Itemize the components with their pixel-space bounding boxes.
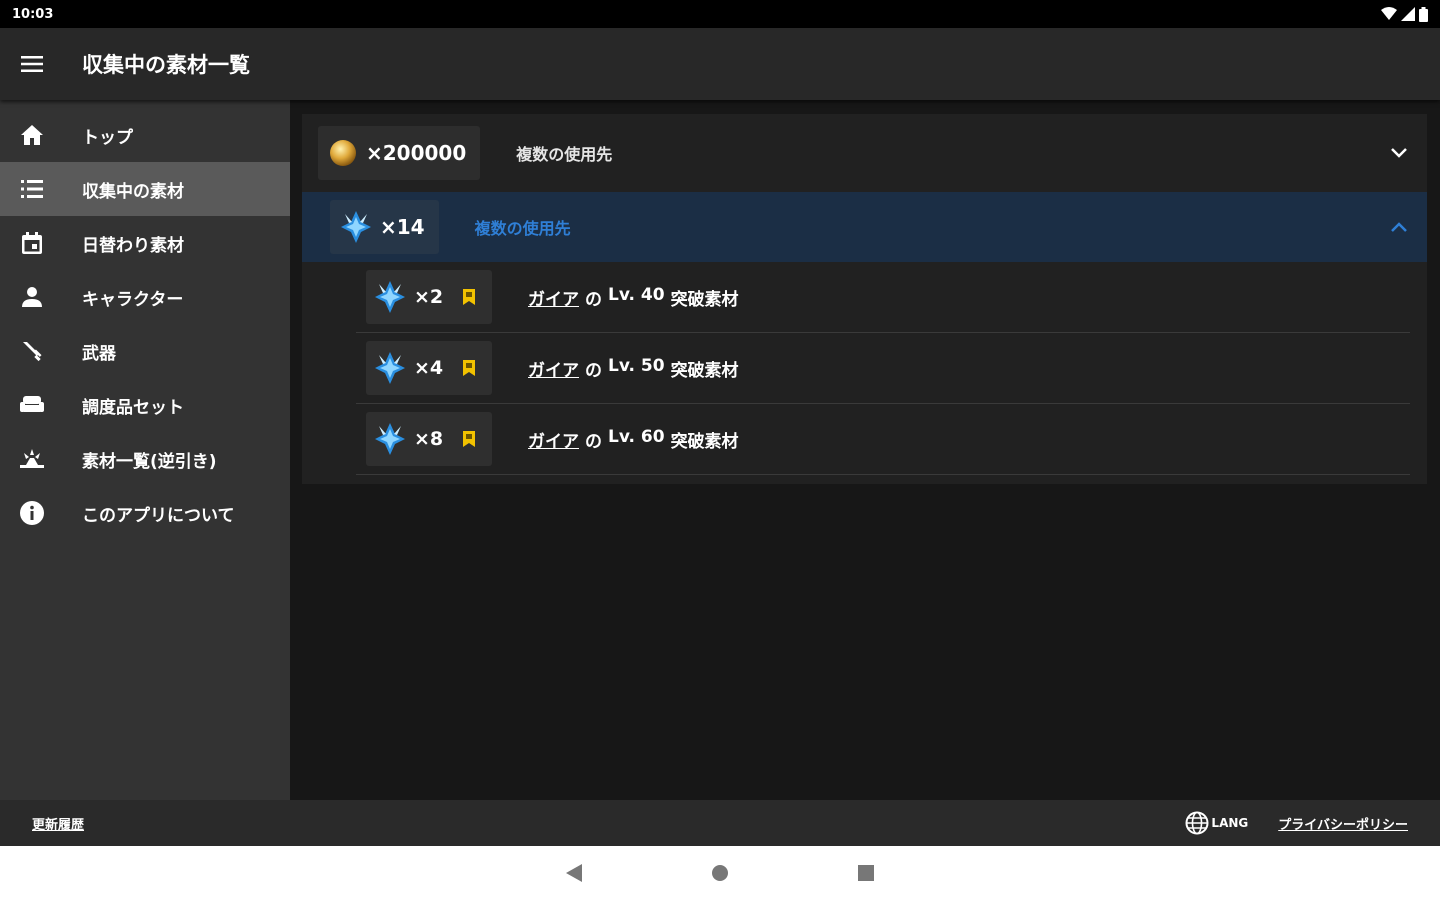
recents-button[interactable] (848, 855, 884, 891)
sidebar-item-top[interactable]: トップ (0, 108, 290, 162)
sidebar-item-about[interactable]: このアプリについて (0, 486, 290, 540)
material-chip: ×14 (330, 200, 439, 254)
sidebar-item-label: このアプリについて (82, 505, 235, 526)
material-count: ×14 (380, 215, 425, 239)
sidebar-item-label: トップ (82, 127, 133, 148)
globe-icon (1185, 811, 1209, 835)
usage-level: Lv. 40 (608, 284, 665, 305)
usage-level: Lv. 50 (608, 355, 665, 376)
signal-icon (1401, 7, 1415, 21)
usage-chip: ×2 (366, 270, 492, 324)
usage-text: ガイア の Lv. 40 突破素材 (528, 285, 739, 310)
sword-icon (23, 342, 42, 362)
crystal-icon (375, 352, 405, 384)
home-icon (21, 125, 43, 145)
back-button[interactable] (556, 855, 592, 891)
usage-count: ×2 (414, 286, 444, 308)
lang-button[interactable]: LANG (1185, 811, 1248, 835)
material-row-mora[interactable]: ×200000 複数の使用先 (302, 114, 1427, 192)
sidebar-item-label: 収集中の素材 (82, 181, 184, 202)
chevron-down-icon[interactable] (1391, 148, 1407, 158)
material-icon (20, 449, 44, 468)
crystal-icon (341, 211, 371, 243)
mora-coin-icon (330, 140, 356, 166)
home-button[interactable] (702, 855, 738, 891)
sidebar-item-daily[interactable]: 日替わり素材 (0, 216, 290, 270)
crystal-icon (375, 423, 405, 455)
footer: 更新履歴 LANG プライバシーポリシー (0, 800, 1440, 846)
usage-count: ×8 (414, 428, 444, 450)
usage-text: ガイア の Lv. 60 突破素材 (528, 427, 739, 452)
usage-of: の (585, 289, 602, 310)
usage-label: 複数の使用先 (474, 219, 571, 238)
system-nav-bar (0, 846, 1440, 900)
battery-icon (1419, 6, 1428, 22)
lang-label: LANG (1211, 816, 1249, 830)
sidebar-item-label: キャラクター (82, 289, 184, 310)
home-circle-icon (712, 865, 728, 881)
chevron-up-icon[interactable] (1391, 222, 1407, 232)
sidebar-item-furnishing[interactable]: 調度品セット (0, 378, 290, 432)
material-card: ×200000 複数の使用先 ×14 複数の使用先 ×2 ガイア の Lv. 4… (302, 114, 1427, 484)
material-chip: ×200000 (318, 126, 481, 180)
app-bar: 収集中の素材一覧 (0, 28, 1440, 100)
usage-text: ガイア の Lv. 50 突破素材 (528, 356, 739, 381)
character-link[interactable]: ガイア (528, 427, 579, 452)
usage-chip: ×8 (366, 412, 492, 466)
sidebar-item-material-reverse[interactable]: 素材一覧(逆引き) (0, 432, 290, 486)
usage-suffix: 突破素材 (670, 289, 739, 310)
bookmark-icon[interactable] (462, 289, 476, 305)
bookmark-icon[interactable] (462, 360, 476, 376)
usage-level: Lv. 60 (608, 426, 665, 447)
usage-row: ×2 ガイア の Lv. 40 突破素材 (356, 262, 1410, 333)
list-icon (21, 180, 43, 198)
main-content: ×200000 複数の使用先 ×14 複数の使用先 ×2 ガイア の Lv. 4… (290, 100, 1440, 800)
usage-chip: ×4 (366, 341, 492, 395)
person-icon (22, 287, 42, 307)
page-title: 収集中の素材一覧 (82, 53, 250, 77)
hamburger-icon (21, 56, 43, 72)
sidebar-item-label: 素材一覧(逆引き) (82, 451, 217, 472)
material-row-crystal[interactable]: ×14 複数の使用先 (302, 192, 1427, 262)
sidebar-item-character[interactable]: キャラクター (0, 270, 290, 324)
back-icon (566, 864, 582, 882)
privacy-policy-link[interactable]: プライバシーポリシー (1278, 814, 1408, 833)
character-link[interactable]: ガイア (528, 285, 579, 310)
usage-suffix: 突破素材 (670, 431, 739, 452)
usage-of: の (585, 360, 602, 381)
sidebar-item-label: 日替わり素材 (82, 235, 184, 256)
menu-button[interactable] (0, 28, 64, 100)
recents-icon (858, 865, 874, 881)
usage-row: ×4 ガイア の Lv. 50 突破素材 (356, 333, 1410, 404)
info-icon (20, 501, 44, 525)
status-icons (1381, 6, 1428, 22)
sidebar-item-weapon[interactable]: 武器 (0, 324, 290, 378)
usage-count: ×4 (414, 357, 444, 379)
sofa-icon (20, 396, 44, 412)
update-history-link[interactable]: 更新履歴 (32, 814, 84, 833)
crystal-icon (375, 281, 405, 313)
material-count: ×200000 (366, 141, 467, 165)
usage-suffix: 突破素材 (670, 360, 739, 381)
usage-label: 複数の使用先 (516, 145, 613, 164)
status-bar: 10:03 (0, 0, 1440, 28)
sidebar-item-collecting[interactable]: 収集中の素材 (0, 162, 290, 216)
sidebar: トップ 収集中の素材 日替わり素材 キャラクター 武器 調度品セット 素材一覧(… (0, 100, 290, 800)
usage-row: ×8 ガイア の Lv. 60 突破素材 (356, 404, 1410, 475)
sidebar-item-label: 武器 (82, 343, 116, 364)
wifi-icon (1381, 7, 1397, 20)
character-link[interactable]: ガイア (528, 356, 579, 381)
calendar-icon (22, 232, 42, 254)
sidebar-item-label: 調度品セット (82, 397, 184, 418)
usage-of: の (585, 431, 602, 452)
status-time: 10:03 (12, 6, 54, 22)
bookmark-icon[interactable] (462, 431, 476, 447)
